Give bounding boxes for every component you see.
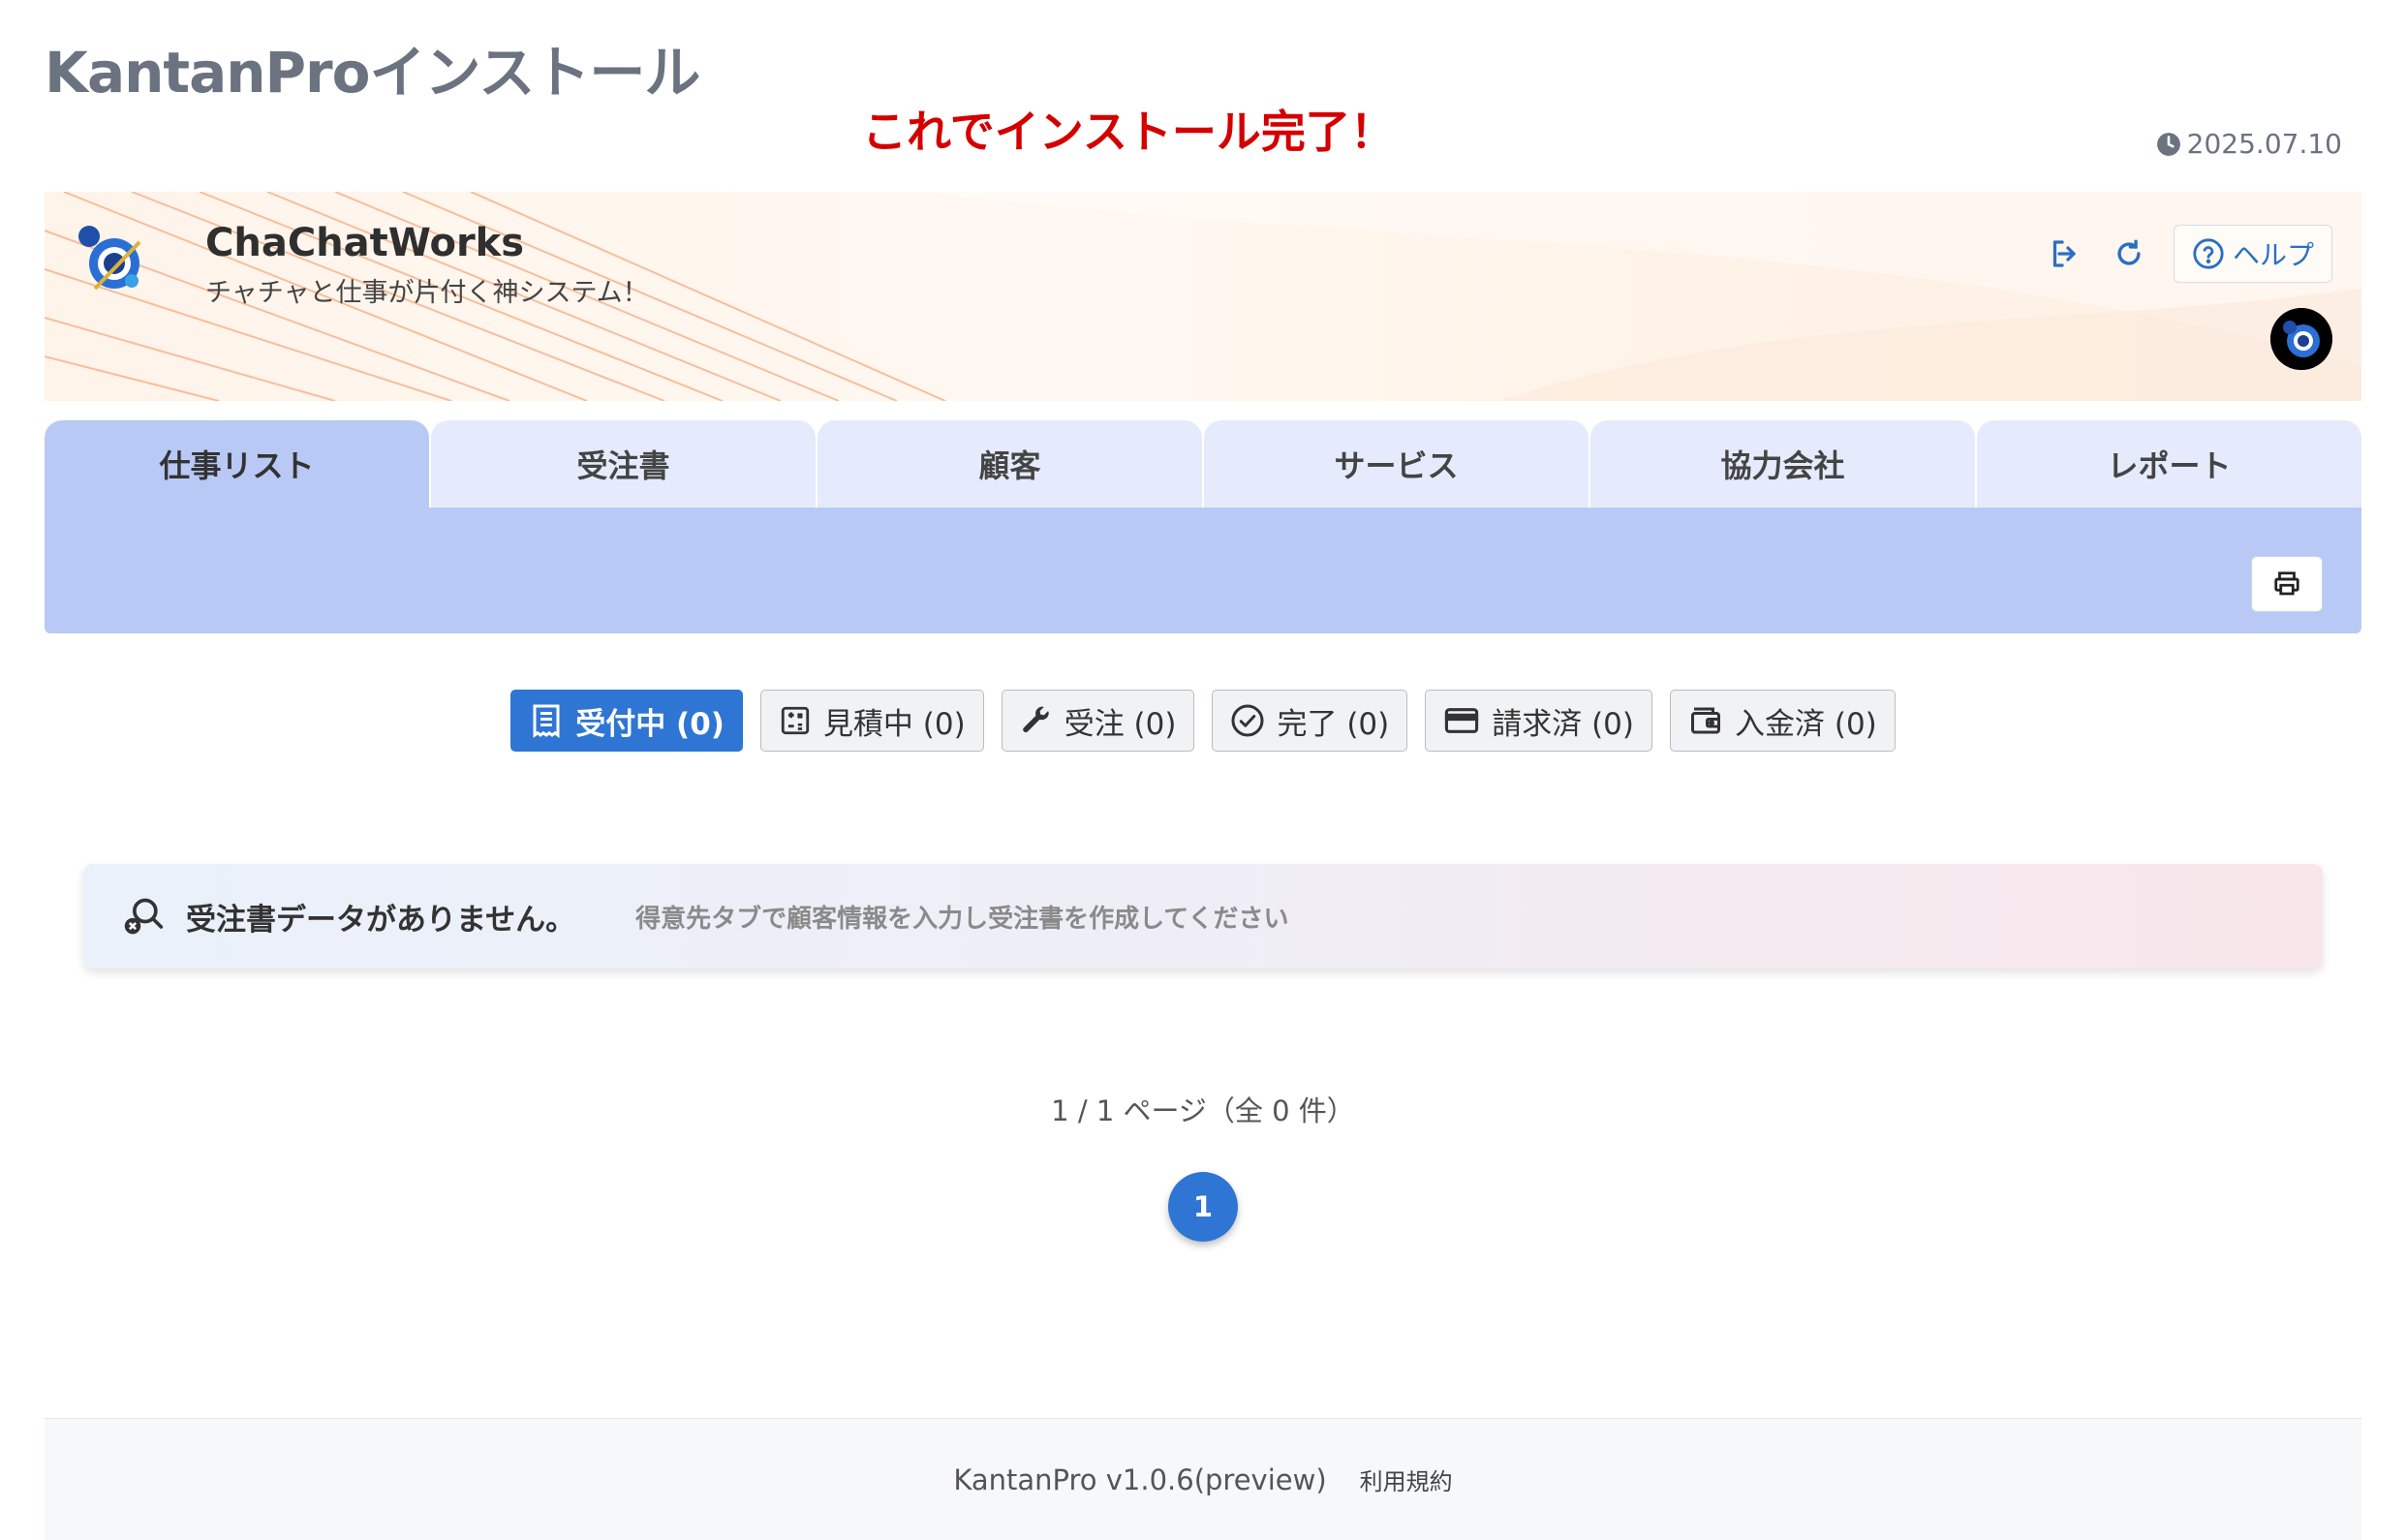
main-tabs: 仕事リスト 受注書 顧客 サービス 協力会社 レポート [45, 420, 2361, 508]
filter-invoiced-label: 請求済 (0) [1492, 706, 1634, 742]
tab-reports[interactable]: レポート [1977, 420, 2361, 508]
empty-state-hint: 得意先タブで顧客情報を入力し受注書を作成してください [635, 904, 1289, 934]
printer-icon [2274, 571, 2299, 596]
page: KantanProインストール これでインストール完了！ 2025.07.10 [0, 0, 2406, 1540]
filter-reception[interactable]: 受付中 (0) [510, 690, 743, 752]
calculator-icon [781, 706, 810, 735]
footer-version: KantanPro v1.0.6(preview) [953, 1463, 1327, 1496]
clock-icon [2156, 132, 2180, 156]
logout-icon [2052, 240, 2076, 267]
filter-paid[interactable]: 入金済 (0) [1670, 690, 1896, 752]
wallet-icon [1691, 707, 1720, 734]
terms-link[interactable]: 利用規約 [1360, 1463, 1453, 1496]
filter-paid-label: 入金済 (0) [1735, 706, 1877, 742]
header-actions: ヘルプ [2046, 225, 2332, 283]
filter-invoiced[interactable]: 請求済 (0) [1425, 690, 1652, 752]
user-avatar[interactable] [2270, 308, 2332, 370]
tab-panel-toolbar [45, 508, 2361, 633]
filter-estimating[interactable]: 見積中 (0) [759, 690, 984, 752]
reload-icon [2117, 239, 2141, 265]
filter-ordered-label: 受注 (0) [1064, 706, 1177, 742]
tab-customers[interactable]: 顧客 [817, 420, 1202, 508]
reload-button[interactable] [2110, 234, 2148, 273]
filter-ordered[interactable]: 受注 (0) [1001, 690, 1195, 752]
receipt-icon [533, 704, 560, 738]
tab-orders[interactable]: 受注書 [431, 420, 816, 508]
filter-completed-label: 完了 (0) [1277, 706, 1390, 742]
app-logo [78, 226, 141, 291]
wrench-icon [1022, 706, 1049, 733]
pagination-info: 1 / 1 ページ（全 0 件） [1051, 1094, 1355, 1127]
print-button[interactable] [2251, 556, 2323, 612]
empty-state-message: 受注書データがありません。 得意先タブで顧客情報を入力し受注書を作成してください [83, 864, 2323, 969]
app-header: ChaChatWorks チャチャと仕事が片付く神システム！ ヘルプ [45, 192, 2361, 401]
check-circle-icon [1231, 704, 1264, 737]
app-name: ChaChatWorks [205, 221, 525, 265]
filter-reception-label: 受付中 (0) [575, 706, 725, 742]
empty-state-title: 受注書データがありません。 [186, 902, 576, 938]
pagination-page-button[interactable]: 1 [1168, 1172, 1238, 1242]
search-not-found-icon [124, 898, 164, 935]
help-circle-icon [2193, 238, 2224, 269]
post-date-text: 2025.07.10 [2186, 128, 2342, 160]
credit-card-icon [1445, 708, 1479, 733]
help-button[interactable]: ヘルプ [2173, 225, 2332, 283]
install-complete-annotation: これでインストール完了！ [862, 106, 1395, 158]
tab-job-list[interactable]: 仕事リスト [45, 420, 429, 508]
tab-partners[interactable]: 協力会社 [1590, 420, 1975, 508]
filter-completed[interactable]: 完了 (0) [1212, 690, 1408, 752]
post-date: 2025.07.10 [2156, 128, 2342, 160]
status-filters: 受付中 (0) 見積中 (0) 受注 (0) 完了 (0) 請求済 (0) 入金… [0, 690, 2406, 752]
logout-button[interactable] [2046, 234, 2084, 273]
tab-services[interactable]: サービス [1204, 420, 1589, 508]
help-label: ヘルプ [2232, 239, 2314, 271]
footer: KantanPro v1.0.6(preview) 利用規約 [45, 1418, 2361, 1540]
filter-estimating-label: 見積中 (0) [822, 706, 966, 742]
app-tagline: チャチャと仕事が片付く神システム！ [205, 278, 649, 308]
